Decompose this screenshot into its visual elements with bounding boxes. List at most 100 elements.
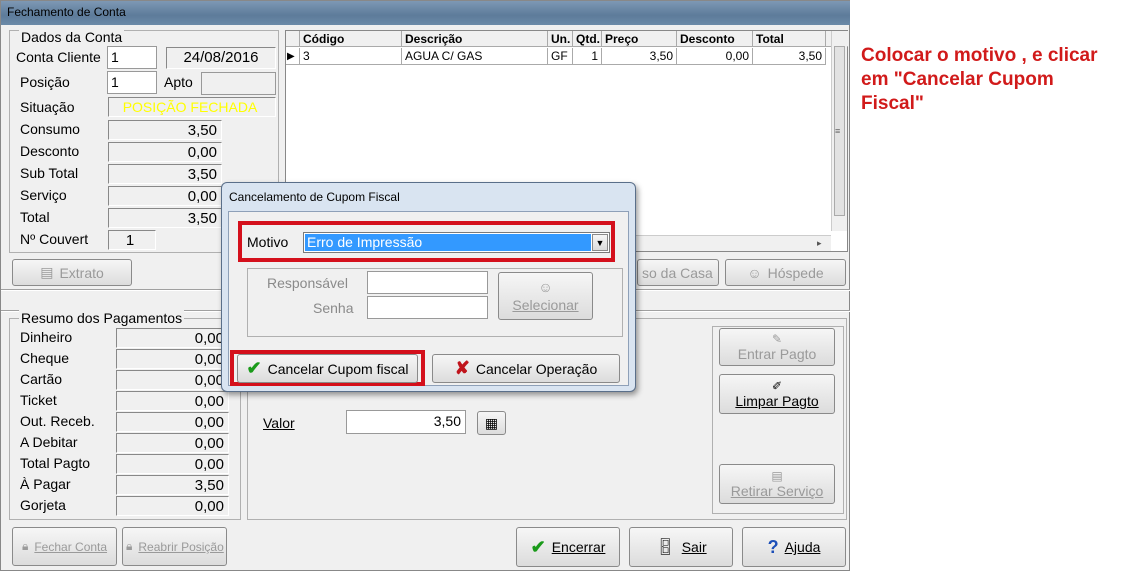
cancelar-cupom-label: Cancelar Cupom fiscal [267,360,409,377]
instruction-note: Colocar o motivo , e clicar em "Cancelar… [861,45,1098,114]
users-icon: ☺ [538,279,553,295]
fechar-conta-button[interactable]: 🔒︎ Fechar Conta [12,527,117,566]
row-indicator-icon: ▶ [286,48,300,65]
payment-value: 0,00 [116,496,229,516]
payment-value: 3,50 [116,475,229,495]
couvert-label: Nº Couvert [20,231,89,247]
dados-conta-header: Dados da Conta [19,29,125,45]
column-header[interactable]: Qtd. [573,31,602,47]
column-header[interactable]: Descrição [402,31,548,47]
encerrar-button[interactable]: ✔ Encerrar [516,527,620,567]
valor-label: Valor [263,415,295,431]
payment-label: Gorjeta [20,497,66,513]
pagamentos-header: Resumo dos Pagamentos [19,310,185,326]
grid-cell[interactable]: 0,00 [677,48,753,65]
column-header[interactable]: Total [753,31,826,47]
selecionar-button[interactable]: ☺ Selecionar [498,272,593,320]
retirar-servico-button[interactable]: ▤ Retirar Serviço [719,464,835,504]
sair-label: Sair [681,539,707,555]
motivo-selected: Erro de Impressão [305,234,591,251]
posicao-input[interactable]: 1 [107,71,157,94]
value-label: Sub Total [20,165,79,181]
chevron-right-icon: ▸ [817,238,822,248]
cancelar-operacao-button[interactable]: ✘ Cancelar Operação [432,354,620,383]
payment-label: Dinheiro [20,329,73,345]
calculator-button[interactable]: ▦ [477,411,506,435]
grid-cell[interactable]: 3 [300,48,402,65]
value-field: 0,00 [108,142,222,162]
payment-label: Out. Receb. [20,413,95,429]
title-bar: Fechamento de Conta [1,1,850,25]
document-icon: ▤ [40,264,54,280]
conta-cliente-label: Conta Cliente [16,49,101,65]
value-label: Consumo [20,121,80,137]
responsavel-input[interactable] [367,271,488,294]
payment-label: Cartão [20,371,63,387]
document-icon: ▤ [771,469,783,483]
lock-icon: 🔒︎ [126,539,133,553]
reabrir-posicao-button[interactable]: 🔒︎ Reabrir Posição [122,527,227,566]
grip-icon: ≡ [835,126,841,136]
chevron-down-icon[interactable]: ▼ [592,234,608,251]
value-label: Desconto [20,143,80,159]
cancelar-cupom-button[interactable]: ✔ Cancelar Cupom fiscal [237,354,418,383]
check-icon: ✔ [246,358,262,378]
payment-value: 0,00 [116,328,229,348]
window-title: Fechamento de Conta [7,5,126,19]
posicao-label: Posição [20,74,70,90]
grid-cell[interactable]: GF [548,48,573,65]
payment-label: Total Pagto [20,455,91,471]
valor-input[interactable]: 3,50 [346,410,466,434]
situacao-label: Situação [20,99,75,115]
retirar-servico-label: Retirar Serviço [730,483,824,499]
grid-cell[interactable]: 3,50 [753,48,826,65]
payment-label: A Debitar [20,434,78,450]
ajuda-button[interactable]: ? Ajuda [742,527,846,567]
extrato-label: Extrato [59,264,104,281]
conta-cliente-input[interactable]: 1 [107,46,157,69]
help-icon: ? [767,536,779,557]
dialog-title: Cancelamento de Cupom Fiscal [229,190,400,204]
column-header[interactable]: Un. [548,31,573,47]
limpar-pagto-button[interactable]: ✐ Limpar Pagto [719,374,835,414]
uso-casa-label: so da Casa [642,264,713,281]
lock-icon: 🔒︎ [21,539,29,553]
value-field: 3,50 [108,120,222,140]
responsavel-label: Responsável [267,275,348,291]
vertical-scrollbar[interactable]: ≡ [831,31,847,231]
column-header[interactable]: Preço [602,31,677,47]
uso-casa-button[interactable]: so da Casa [637,259,719,286]
valor-label-text: Valor [263,415,295,431]
entrar-pagto-button[interactable]: ✎ Entrar Pagto [719,328,835,366]
grid-cell[interactable]: AGUA C/ GAS [402,48,548,65]
hospede-button[interactable]: ☺ Hóspede [725,259,846,286]
extrato-button[interactable]: ▤ Extrato [12,259,132,286]
value-field: 3,50 [108,164,222,184]
ajuda-label: Ajuda [784,539,821,555]
cancelar-operacao-label: Cancelar Operação [475,360,598,377]
value-label: Serviço [20,187,67,203]
column-header[interactable]: Desconto [677,31,753,47]
payment-label: Cheque [20,350,70,366]
check-icon: ✔ [530,536,546,557]
payment-value: 0,00 [116,370,229,390]
grid-cell[interactable]: 1 [573,48,602,65]
value-label: Total [20,209,50,225]
sair-button[interactable]: 🚪︎ Sair [629,527,733,567]
calculator-icon: ▦ [484,414,499,431]
users-icon: ☺ [747,264,762,281]
brush-icon: ✐ [771,379,783,393]
cancel-coupon-dialog: Cancelamento de Cupom Fiscal Motivo Erro… [221,182,636,392]
senha-input[interactable] [367,296,488,319]
situacao-value: POSIÇÃO FECHADA [108,97,276,117]
motivo-select[interactable]: Erro de Impressão ▼ [303,232,610,253]
dialog-body: Motivo Erro de Impressão ▼ Responsável S… [228,211,629,386]
grid-cell[interactable]: 3,50 [602,48,677,65]
payment-label: Ticket [20,392,57,408]
apto-input[interactable] [201,72,276,95]
fechar-conta-label: Fechar Conta [34,539,108,554]
column-header[interactable]: Código [300,31,402,47]
limpar-pagto-label: Limpar Pagto [735,393,819,409]
edit-icon: ✎ [771,332,783,346]
payment-value: 0,00 [116,454,229,474]
